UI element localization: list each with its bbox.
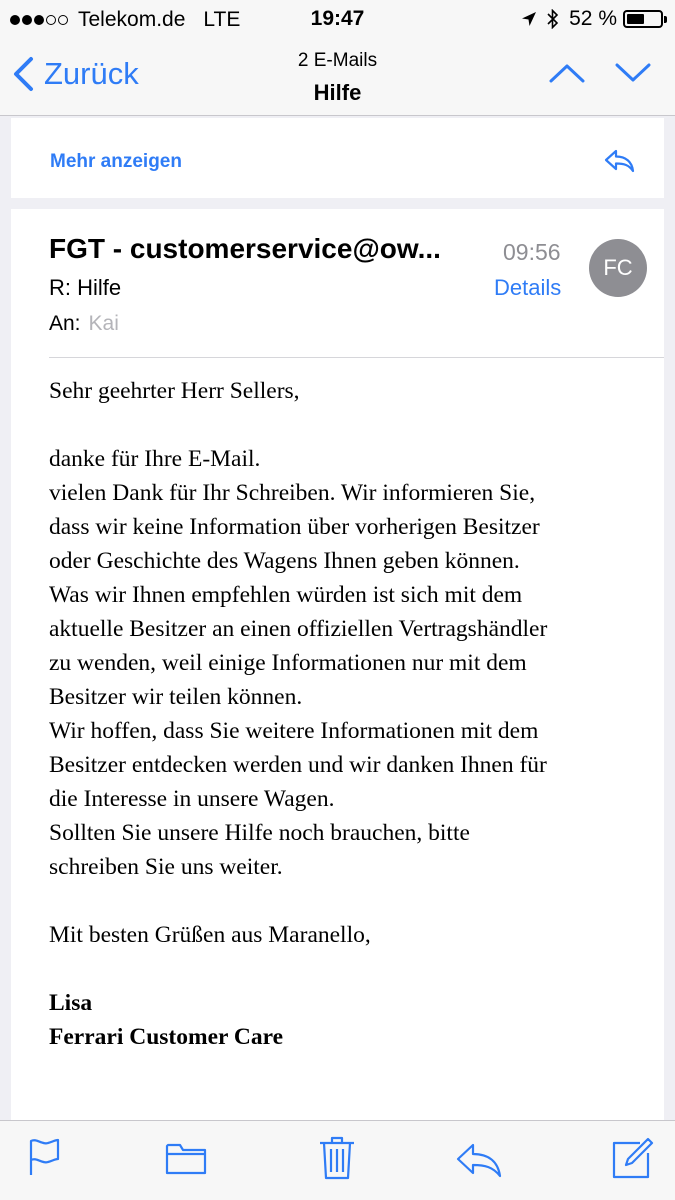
collapsed-message-card: Mehr anzeigen xyxy=(11,118,664,198)
signature-name: Lisa xyxy=(49,990,93,1016)
battery-percentage: 52 % xyxy=(569,7,617,30)
body-line: Was wir Ihnen empfehlen würden ist sich … xyxy=(49,582,523,608)
body-line: dass wir keine Information über vorherig… xyxy=(49,514,540,540)
message-navigation xyxy=(519,62,651,89)
header-divider xyxy=(49,357,664,358)
mail-message-card: FGT - customerservice@ow... 09:56 FC R: … xyxy=(11,209,664,1129)
show-more-link[interactable]: Mehr anzeigen xyxy=(50,151,182,173)
mail-closing: Mit besten Grüßen aus Maranello, xyxy=(49,922,371,948)
compose-icon xyxy=(612,1137,654,1179)
reply-button[interactable] xyxy=(604,148,636,179)
delete-button[interactable] xyxy=(318,1134,356,1185)
signature-company: Ferrari Customer Care xyxy=(49,1024,284,1050)
folder-icon xyxy=(165,1143,207,1175)
bluetooth-icon xyxy=(547,9,559,29)
body-line: Besitzer wir teilen können. xyxy=(49,684,303,710)
move-to-folder-button[interactable] xyxy=(165,1141,207,1180)
bottom-toolbar xyxy=(0,1120,675,1200)
body-line: oder Geschichte des Wagens Ihnen geben k… xyxy=(49,548,520,574)
mail-sender: FGT - customerservice@ow... xyxy=(49,233,441,264)
compose-button[interactable] xyxy=(610,1135,656,1186)
mail-body: Sehr geehrter Herr Sellers, danke für Ih… xyxy=(49,374,649,1054)
previous-message-button[interactable] xyxy=(549,62,585,89)
chevron-up-icon xyxy=(549,64,585,83)
body-line: Besitzer entdecken werden und wir danken… xyxy=(49,752,547,778)
recipient-label: An: xyxy=(49,312,81,335)
body-line: die Interesse in unsere Wagen. xyxy=(49,786,335,812)
avatar: FC xyxy=(589,239,647,297)
chevron-down-icon xyxy=(615,63,651,82)
battery-fill xyxy=(627,14,644,24)
navigation-bar: Zurück 2 E-Mails Hilfe xyxy=(0,40,675,116)
mail-subject: R: Hilfe xyxy=(49,275,122,300)
next-message-button[interactable] xyxy=(615,62,651,89)
body-line: aktuelle Besitzer an einen offiziellen V… xyxy=(49,616,548,642)
reply-icon xyxy=(456,1143,502,1178)
flag-button[interactable] xyxy=(27,1137,61,1182)
body-line: vielen Dank für Ihr Schreiben. Wir infor… xyxy=(49,480,536,506)
reply-icon xyxy=(604,149,635,173)
flag-icon xyxy=(29,1138,60,1175)
reply-toolbar-button[interactable] xyxy=(455,1141,503,1184)
body-line: Wir hoffen, dass Sie weitere Information… xyxy=(49,718,539,744)
mail-time: 09:56 xyxy=(503,239,561,265)
mail-greeting: Sehr geehrter Herr Sellers, xyxy=(49,378,300,404)
details-link[interactable]: Details xyxy=(494,275,561,301)
body-line: danke für Ihre E-Mail. xyxy=(49,446,261,472)
body-line: schreiben Sie uns weiter. xyxy=(49,854,283,880)
body-line: Sollten Sie unsere Hilfe noch brauchen, … xyxy=(49,820,470,846)
status-right: 52 % xyxy=(521,7,667,31)
battery-cap xyxy=(664,16,667,23)
body-line: zu wenden, weil einige Informationen nur… xyxy=(49,650,527,676)
status-bar: Telekom.de LTE 19:47 52 % xyxy=(0,0,675,40)
recipient-row: An: Kai xyxy=(49,312,119,336)
trash-icon xyxy=(320,1136,354,1180)
battery-icon xyxy=(623,10,667,28)
recipient-name[interactable]: Kai xyxy=(89,312,119,335)
location-arrow-icon xyxy=(521,11,537,27)
